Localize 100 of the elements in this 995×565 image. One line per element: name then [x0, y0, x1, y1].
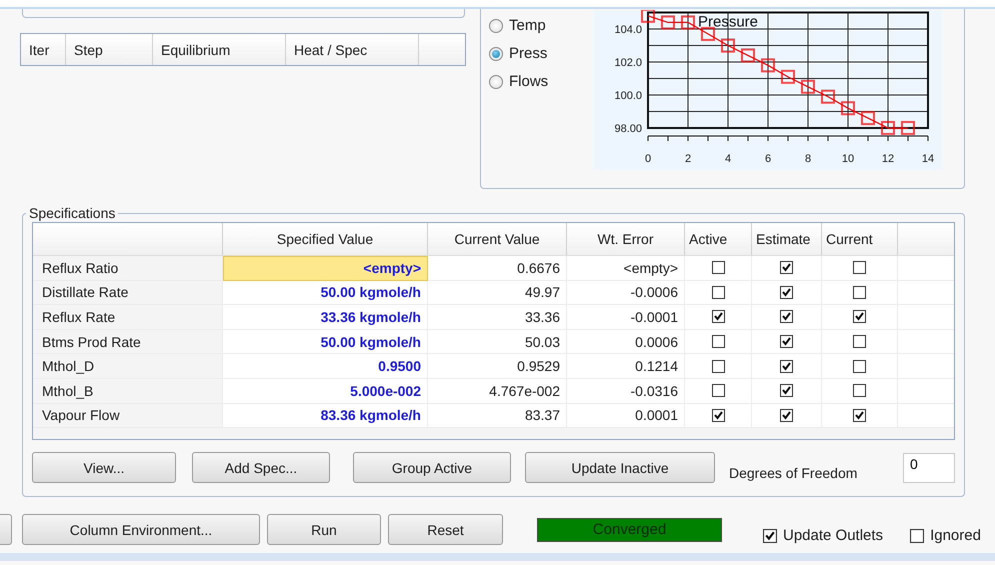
x-tick-label: 8 — [804, 153, 812, 165]
table-cell: 0.6676 — [428, 256, 567, 281]
table-cell[interactable]: <empty> — [223, 256, 428, 281]
y-tick-label: 100.0 — [614, 90, 642, 102]
checkbox-option[interactable]: Ignored — [910, 527, 981, 544]
column-header[interactable]: Wt. Error — [567, 223, 685, 255]
y-tick-label: 98.00 — [614, 123, 642, 135]
x-tick-label: 14 — [922, 153, 934, 165]
checkbox[interactable] — [712, 360, 724, 373]
table-cell: -0.0006 — [567, 280, 685, 306]
row-label: Reflux Ratio — [33, 256, 223, 281]
data-point — [881, 121, 895, 135]
degrees-of-freedom-field[interactable]: 0 — [903, 452, 955, 482]
table-cell: <empty> — [567, 256, 685, 281]
action-button[interactable]: Column Environment... — [22, 514, 260, 545]
y-tick-label: 102.0 — [614, 57, 642, 69]
x-tick-label: 2 — [684, 153, 692, 165]
table-cell[interactable]: 5.000e-002 — [223, 378, 428, 404]
checkbox[interactable] — [712, 310, 724, 324]
x-tick-label: 0 — [644, 153, 652, 165]
checkbox[interactable] — [853, 261, 866, 274]
data-point — [901, 121, 915, 135]
checkbox[interactable] — [910, 528, 924, 542]
table-cell: 33.36 — [428, 305, 567, 330]
row-label: Mthol_B — [33, 378, 223, 404]
checkbox[interactable] — [853, 384, 866, 398]
checkbox-option[interactable]: Update Outlets — [763, 527, 884, 544]
data-point — [721, 38, 735, 52]
data-point — [741, 48, 755, 62]
table-cell[interactable]: 83.36 kgmole/h — [223, 404, 428, 428]
row-label: Distillate Rate — [33, 280, 223, 306]
row-label: Btms Prod Rate — [33, 330, 223, 354]
row-label: Vapour Flow — [33, 404, 223, 428]
table-cell: 0.9529 — [428, 354, 567, 379]
column-header[interactable]: Current — [822, 223, 898, 255]
table-cell: 0.0006 — [567, 330, 685, 354]
checkbox[interactable] — [712, 335, 724, 348]
checkbox[interactable] — [853, 408, 866, 422]
action-button[interactable]: Update Inactive — [525, 452, 715, 483]
row-label: Reflux Rate — [33, 305, 223, 330]
data-point — [761, 58, 775, 72]
data-point — [641, 10, 655, 23]
radio-icon[interactable] — [489, 74, 503, 88]
x-tick-label: 6 — [764, 153, 772, 165]
table-cell[interactable]: 33.36 kgmole/h — [223, 305, 428, 330]
checkbox[interactable] — [780, 310, 793, 324]
table-cell[interactable]: 0.9500 — [223, 354, 428, 379]
checkbox[interactable] — [853, 360, 866, 373]
action-button[interactable]: View... — [32, 452, 176, 483]
column-header[interactable]: Current Value — [428, 223, 567, 255]
table-cell: -0.0316 — [567, 378, 685, 404]
column-header[interactable]: Equilibrium — [153, 34, 286, 65]
status-indicator: Converged — [537, 518, 722, 542]
radio-icon[interactable] — [489, 18, 503, 32]
column-header[interactable]: Step — [66, 34, 153, 65]
radio-icon[interactable] — [489, 46, 503, 60]
checkbox[interactable] — [780, 335, 793, 348]
row-label: Mthol_D — [33, 354, 223, 379]
data-point — [861, 111, 875, 126]
checkbox[interactable] — [853, 335, 866, 348]
x-tick-label: 10 — [842, 153, 854, 165]
table-cell: 4.767e-002 — [428, 378, 567, 404]
column-header[interactable]: Estimate — [752, 223, 822, 255]
checkbox[interactable] — [763, 528, 777, 542]
radio-option[interactable]: Press — [489, 45, 593, 62]
data-point — [681, 15, 695, 30]
field-label: Degrees of Freedom — [729, 464, 858, 480]
action-button[interactable]: Add Spec... — [192, 452, 330, 483]
checkbox[interactable] — [780, 360, 793, 373]
data-point — [781, 70, 795, 84]
checkbox[interactable] — [712, 261, 724, 274]
checkbox[interactable] — [712, 384, 724, 398]
checkbox[interactable] — [780, 286, 793, 299]
radio-option[interactable]: Flows — [489, 73, 593, 90]
y-tick-label: 104.0 — [614, 24, 642, 36]
checkbox[interactable] — [712, 286, 724, 299]
checkbox[interactable] — [780, 261, 793, 274]
x-tick-label: 12 — [882, 153, 894, 165]
data-point — [821, 90, 835, 104]
checkbox[interactable] — [780, 384, 793, 398]
column-header[interactable]: Active — [685, 223, 752, 255]
checkbox[interactable] — [853, 286, 866, 299]
table-cell: 0.0001 — [567, 404, 685, 428]
checkbox[interactable] — [853, 310, 866, 324]
radio-option[interactable]: Temp — [489, 17, 593, 34]
column-header[interactable]: Iter — [21, 34, 66, 65]
data-point — [701, 26, 715, 41]
cut-off-button[interactable] — [0, 514, 12, 545]
table-cell[interactable]: 50.00 kgmole/h — [223, 330, 428, 354]
action-button[interactable]: Group Active — [353, 452, 511, 483]
checkbox[interactable] — [780, 408, 793, 422]
action-button[interactable]: Run — [267, 514, 381, 545]
table-cell: 49.97 — [428, 280, 567, 306]
table-cell: 0.1214 — [567, 354, 685, 379]
data-point — [841, 101, 855, 116]
checkbox[interactable] — [712, 408, 724, 422]
action-button[interactable]: Reset — [388, 514, 503, 545]
table-cell[interactable]: 50.00 kgmole/h — [223, 280, 428, 306]
column-header[interactable]: Specified Value — [223, 223, 428, 255]
column-header[interactable]: Heat / Spec — [286, 34, 419, 65]
